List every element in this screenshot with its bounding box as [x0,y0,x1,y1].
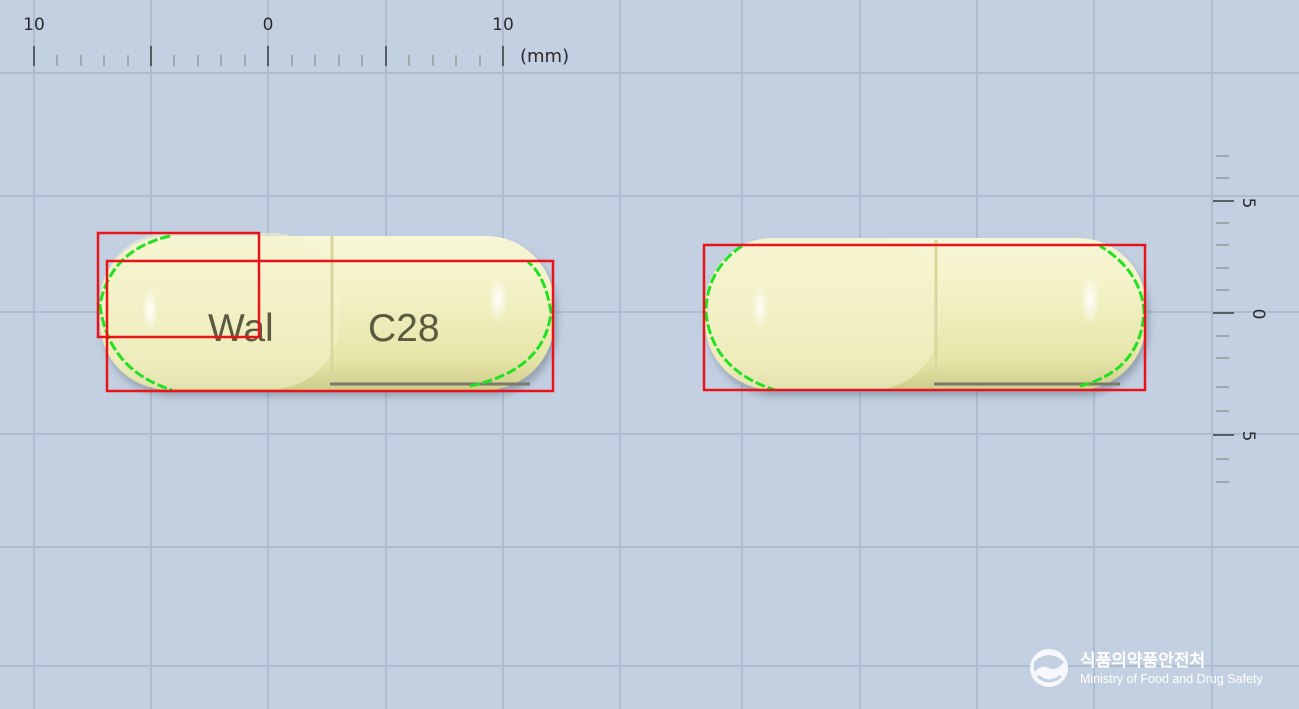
ruler-label-right: 10 [492,15,514,35]
ruler-unit: (mm) [520,46,569,67]
pill-photo-scene: 10 0 10 (mm) 5 0 5 Wal C28 식품의약품안전처 Mini… [0,0,1299,709]
government-emblem-icon [1030,649,1068,687]
watermark-english: Ministry of Food and Drug Safety [1080,672,1263,686]
capsule-right [702,238,1147,392]
imprint-cap-text: Wal [208,307,274,350]
side-ruler-label-zero: 0 [1248,309,1268,320]
ruler-label-left: 10 [23,15,45,35]
side-ruler-label-bottom: 5 [1238,431,1258,442]
ruler-label-zero: 0 [263,15,274,35]
side-ruler-label-top: 5 [1238,198,1258,209]
top-ruler: 10 0 10 (mm) [23,15,569,67]
capsule-left: Wal C28 [96,231,555,393]
watermark-korean: 식품의약품안전처 [1080,650,1205,671]
imprint-body-text: C28 [368,307,440,350]
watermark: 식품의약품안전처 Ministry of Food and Drug Safet… [1030,649,1263,687]
